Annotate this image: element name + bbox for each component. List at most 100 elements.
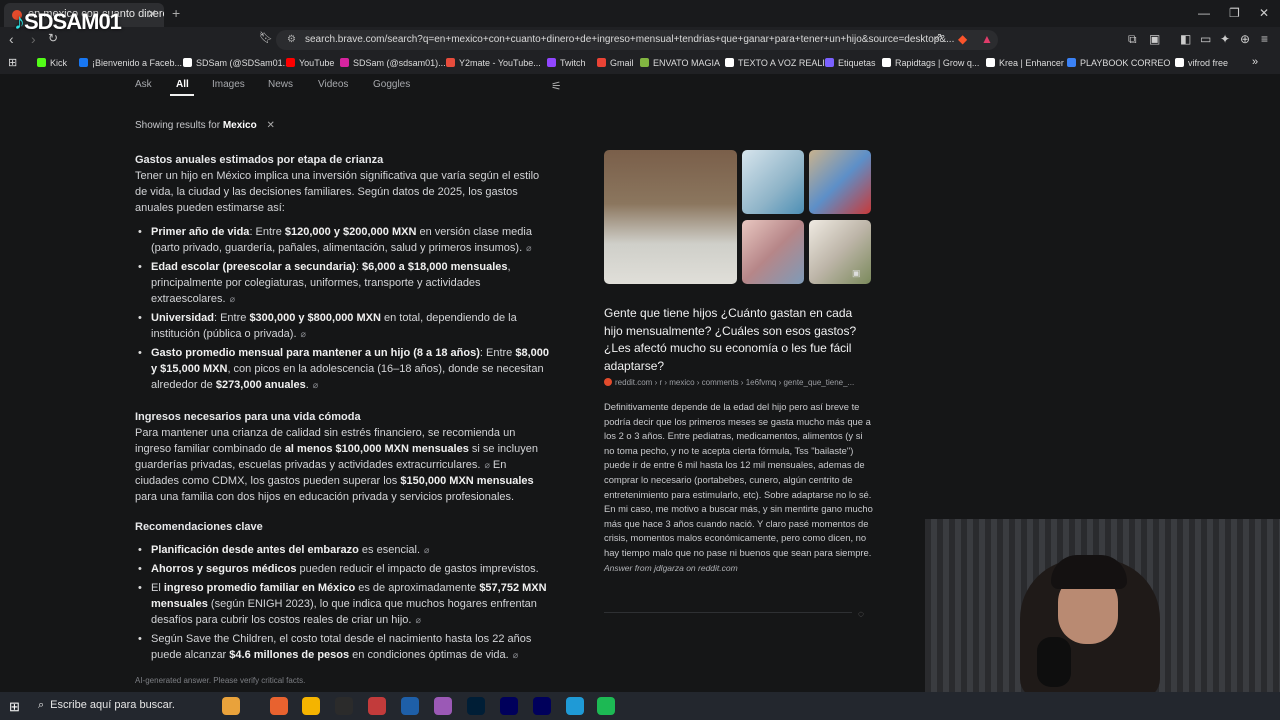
bookmark-item[interactable]: Krea | Enhancer xyxy=(986,58,1064,68)
reddit-result-title[interactable]: Gente que tiene hijos ¿Cuánto gastan en … xyxy=(604,305,874,375)
bookmark-item[interactable]: ENVATO MAGIA xyxy=(640,58,720,68)
bookmark-icon[interactable]: 🔖︎ xyxy=(259,31,273,44)
bookmark-item[interactable]: YouTube xyxy=(286,58,334,68)
tab-goggles[interactable]: Goggles xyxy=(373,79,410,90)
tab-ask[interactable]: Ask xyxy=(135,79,152,90)
citation-link-icon[interactable]: ⌀ xyxy=(415,615,420,625)
item-label: ingreso promedio familiar en México xyxy=(163,582,356,594)
bookmark-item[interactable]: SDSam (@SDSam01... xyxy=(183,58,290,68)
bookmark-item[interactable]: Etiquetas xyxy=(825,58,876,68)
brave-shields-icon[interactable]: ◆ xyxy=(958,32,967,46)
toys-image[interactable] xyxy=(809,150,871,214)
share-icon[interactable]: ⇗ xyxy=(934,32,942,43)
bookmark-favicon-icon xyxy=(825,58,834,67)
bookmark-label: SDSam (@sdsam01)... xyxy=(353,58,446,68)
list-item: Primer año de vida: Entre $120,000 y $20… xyxy=(135,224,550,256)
more-results-icon[interactable]: ◌ xyxy=(858,609,864,620)
site-info-icon[interactable]: ⚙ xyxy=(287,34,296,45)
taskbar-app-icon[interactable] xyxy=(302,697,320,715)
bookmark-favicon-icon xyxy=(286,58,295,67)
gallery-icon[interactable]: ▣ xyxy=(852,268,861,279)
baby-image[interactable] xyxy=(742,150,804,214)
more-bookmarks-icon[interactable]: » xyxy=(1252,56,1258,68)
menu-icon[interactable]: ≡ xyxy=(1261,32,1268,46)
bookmark-label: vifrod free xyxy=(1188,58,1229,68)
close-tab-icon[interactable]: ✕ xyxy=(147,7,157,21)
reload-icon[interactable]: ↻ xyxy=(48,31,58,45)
taskbar-app-icon[interactable] xyxy=(222,697,240,715)
attribution: Answer from jdlgarza on reddit.com xyxy=(604,562,738,573)
taskbar-app-icon[interactable] xyxy=(566,697,584,715)
bookmark-item[interactable]: vifrod free xyxy=(1175,58,1228,68)
bookmark-label: Gmail xyxy=(610,58,634,68)
taskbar-app-icon[interactable] xyxy=(500,697,518,715)
list-item: El ingreso promedio familiar en México e… xyxy=(135,580,550,628)
taskbar-app-icon[interactable] xyxy=(368,697,386,715)
item-text: (según ENIGH 2023), lo que indica que mu… xyxy=(151,598,537,626)
tab-all[interactable]: All xyxy=(176,79,189,90)
bookmark-item[interactable]: Y2mate - YouTube... xyxy=(446,58,541,68)
bookmark-item[interactable]: Gmail xyxy=(597,58,634,68)
vpn-icon[interactable]: ⊕ xyxy=(1240,32,1250,46)
windows-start-icon[interactable]: ⊞ xyxy=(9,699,20,715)
reddit-result-source[interactable]: reddit.com › r › mexico › comments › 1e6… xyxy=(604,378,854,387)
wallet-icon[interactable]: ▭ xyxy=(1200,32,1211,46)
brave-rewards-icon[interactable]: ▲ xyxy=(981,32,993,46)
screenshot-icon[interactable]: ▣ xyxy=(1149,32,1160,46)
tab-videos[interactable]: Videos xyxy=(318,79,348,90)
clear-location-icon[interactable]: ✕ xyxy=(267,120,275,131)
tab-news[interactable]: News xyxy=(268,79,293,90)
back-icon[interactable]: ‹ xyxy=(9,31,14,47)
item-text: : Entre xyxy=(213,312,250,324)
close-window-icon[interactable]: ✕ xyxy=(1259,6,1269,20)
item-text: pueden reducir el impacto de gastos impr… xyxy=(296,563,539,575)
playroom-image[interactable] xyxy=(809,220,871,284)
apps-grid-icon[interactable]: ⊞ xyxy=(8,56,17,69)
citation-link-icon[interactable]: ⌀ xyxy=(313,380,318,390)
list-item: Universidad: Entre $300,000 y $800,000 M… xyxy=(135,310,550,342)
bookmark-item[interactable]: Rapidtags | Grow q... xyxy=(882,58,979,68)
bookmark-label: Y2mate - YouTube... xyxy=(459,58,541,68)
bookmark-favicon-icon xyxy=(882,58,891,67)
bookmark-item[interactable]: Kick xyxy=(37,58,67,68)
section-title: Ingresos necesarios para una vida cómoda xyxy=(135,411,361,423)
extensions-icon[interactable]: ⧉ xyxy=(1128,32,1137,47)
bookmark-item[interactable]: TEXTO A VOZ REALI... xyxy=(725,58,832,68)
bookmark-label: ENVATO MAGIA xyxy=(653,58,721,68)
restore-icon[interactable]: ❐ xyxy=(1229,6,1240,20)
item-text: en condiciones óptimas de vida. xyxy=(349,649,509,661)
filter-settings-icon[interactable]: ⚟ xyxy=(551,79,562,93)
citation-link-icon[interactable]: ⌀ xyxy=(424,545,429,555)
new-tab-button[interactable]: + xyxy=(172,5,180,21)
taskbar-app-icon[interactable] xyxy=(533,697,551,715)
item-label: Edad escolar (preescolar a secundaria) xyxy=(151,261,356,273)
forward-icon[interactable]: › xyxy=(31,31,36,47)
address-bar[interactable]: ⚙ search.brave.com/search?q=en+mexico+co… xyxy=(276,30,998,50)
minimize-icon[interactable]: — xyxy=(1198,6,1210,20)
citation-link-icon[interactable]: ⌀ xyxy=(513,650,518,660)
bookmark-item[interactable]: Twitch xyxy=(547,58,586,68)
sidebar-icon[interactable]: ◧ xyxy=(1180,32,1191,46)
tab-images[interactable]: Images xyxy=(212,79,245,90)
hospital-room-image[interactable] xyxy=(604,150,737,284)
location-value: Mexico xyxy=(222,120,257,131)
bookmark-item[interactable]: ¡Bienvenido a Faceb... xyxy=(79,58,182,68)
citation-link-icon[interactable]: ⌀ xyxy=(230,294,235,304)
bookmark-item[interactable]: PLAYBOOK CORREO xyxy=(1067,58,1170,68)
citation-link-icon[interactable]: ⌀ xyxy=(526,243,531,253)
section-paragraph: Para mantener una crianza de calidad sin… xyxy=(135,425,550,505)
taskbar-app-icon[interactable] xyxy=(401,697,419,715)
taskbar-app-icon[interactable] xyxy=(597,697,615,715)
parent-child-image[interactable] xyxy=(742,220,804,284)
list-item: Según Save the Children, el costo total … xyxy=(135,631,550,663)
leo-ai-icon[interactable]: ✦ xyxy=(1220,32,1230,46)
browser-chrome: en mexico con cuanto dinero de ✕ + — ❐ ✕… xyxy=(0,0,1280,74)
bookmark-item[interactable]: SDSam (@sdsam01)... xyxy=(340,58,446,68)
taskbar-app-icon[interactable] xyxy=(270,697,288,715)
image-gallery[interactable]: ▣ xyxy=(604,150,872,285)
citation-link-icon[interactable]: ⌀ xyxy=(301,329,306,339)
taskbar-app-icon[interactable] xyxy=(434,697,452,715)
taskbar-search[interactable]: ⌕ Escribe aquí para buscar. xyxy=(38,699,181,712)
taskbar-app-icon[interactable] xyxy=(335,697,353,715)
taskbar-app-icon[interactable] xyxy=(467,697,485,715)
